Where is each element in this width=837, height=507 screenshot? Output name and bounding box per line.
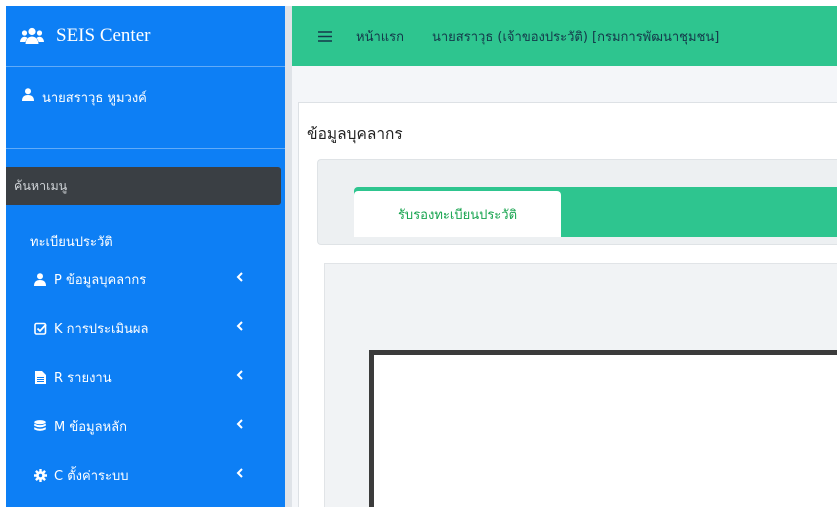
sidebar-item-label: K การประเมินผล [54,322,149,337]
top-navbar: หน้าแรก นายสราวุธ (เจ้าของประวัติ) [กรมก… [292,6,837,66]
sidebar-item-master-data[interactable]: M ข้อมูลหลัก [6,402,285,451]
brand[interactable]: SEIS Center [6,6,285,67]
brand-name: SEIS Center [56,25,151,46]
home-link[interactable]: หน้าแรก [356,26,404,47]
page-title: ข้อมูลบุคลากร [307,125,403,143]
search-placeholder: ค้นหาเมนู [14,178,68,193]
menu-section-title: ทะเบียนประวัติ [30,235,113,250]
chevron-left-icon [236,419,243,429]
menu-toggle-icon[interactable] [318,30,332,42]
tab-label: รับรองทะเบียนประวัติ [397,207,518,223]
sidebar-item-label: P ข้อมูลบุคลากร [54,273,147,288]
tab-strip: รับรองทะเบียนประวัติ [354,187,837,237]
sidebar-item-reports[interactable]: R รายงาน [6,353,285,402]
menu-search-input[interactable]: ค้นหาเมนู [6,167,281,205]
sidebar-item-personnel[interactable]: P ข้อมูลบุคลากร [6,255,285,304]
sidebar-divider [285,6,292,507]
gear-icon [32,469,48,482]
tab-certify-record[interactable]: รับรองทะเบียนประวัติ [354,191,561,237]
chevron-left-icon [236,370,243,380]
current-user-link[interactable]: นายสราวุธ (เจ้าของประวัติ) [กรมการพัฒนาช… [432,26,719,47]
sidebar-item-label: M ข้อมูลหลัก [54,420,127,435]
sidebar-item-evaluation[interactable]: K การประเมินผล [6,304,285,353]
sidebar-item-settings[interactable]: C ตั้งค่าระบบ [6,451,285,500]
app-window: SEIS Center นายสราวุธ หูมวงค์ ค้นหาเมนู … [6,6,837,507]
body-panel [324,263,837,507]
database-icon [32,420,48,433]
document-viewer[interactable] [369,350,837,507]
sidebar: SEIS Center นายสราวุธ หูมวงค์ ค้นหาเมนู … [6,6,285,507]
sidebar-item-label: C ตั้งค่าระบบ [54,469,129,484]
sidebar-item-label: R รายงาน [54,371,112,386]
file-icon [32,371,48,384]
content-card: ข้อมูลบุคลากร รับรองทะเบียนประวัติ [298,102,837,507]
tab-panel: รับรองทะเบียนประวัติ [317,159,837,245]
main-content: ข้อมูลบุคลากร รับรองทะเบียนประวัติ [292,66,837,507]
user-icon [32,273,48,286]
chevron-left-icon [236,272,243,282]
check-square-icon [32,322,48,335]
user-name: นายสราวุธ หูมวงค์ [42,91,147,106]
chevron-left-icon [236,468,243,478]
user-icon [22,88,34,101]
chevron-left-icon [236,321,243,331]
user-panel[interactable]: นายสราวุธ หูมวงค์ [6,67,285,149]
users-icon [20,27,44,44]
